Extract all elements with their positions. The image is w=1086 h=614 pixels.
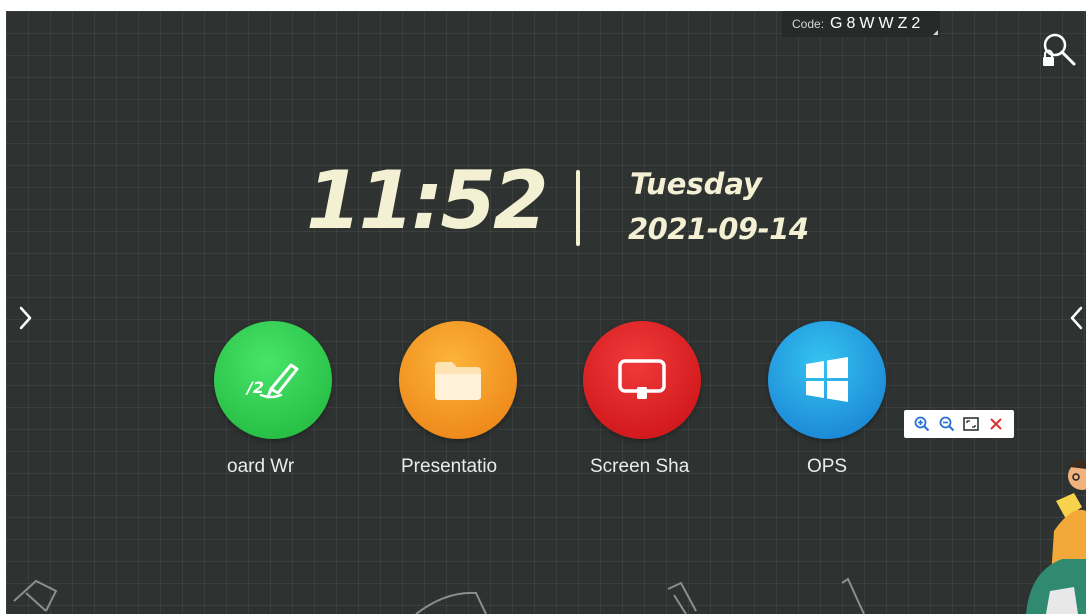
pen-writing-icon: /2 <box>245 363 299 399</box>
app-label: OPS <box>806 456 848 477</box>
date: 2021-09-14 <box>628 212 809 246</box>
fullscreen-icon <box>963 417 980 431</box>
app-icon-circle <box>399 321 517 439</box>
zoom-out-button[interactable] <box>938 415 956 433</box>
search-button[interactable] <box>1040 31 1078 71</box>
app-label: oard Wr <box>227 456 295 477</box>
desktop-screen: Code: G8WWZ2 11:52 Tuesday 2021-09-14 /2 <box>6 11 1086 614</box>
app-whiteboard[interactable]: /2 oard Wr <box>193 321 353 478</box>
code-label: Code: <box>792 17 825 31</box>
folder-icon <box>435 362 481 400</box>
close-button[interactable] <box>987 415 1005 433</box>
cartoon-character-illustration <box>1026 459 1086 614</box>
page-next-arrow[interactable] <box>14 303 36 333</box>
screen-share-icon <box>618 359 666 399</box>
app-icon-circle <box>583 321 701 439</box>
chalk-doodles-decoration <box>13 577 865 614</box>
app-icon-circle <box>768 321 886 439</box>
page-prev-arrow[interactable] <box>1066 303 1086 333</box>
app-label: Presentatio <box>401 456 498 477</box>
chevron-left-icon <box>1070 306 1083 330</box>
zoom-out-icon <box>939 416 954 432</box>
windows-icon <box>806 357 848 402</box>
app-screen-share[interactable]: Screen Sha <box>562 321 722 478</box>
resize-corner-icon <box>933 30 938 35</box>
zoom-in-button[interactable] <box>913 415 931 433</box>
app-presentation[interactable]: Presentatio <box>378 321 538 478</box>
clock-divider <box>576 170 580 246</box>
chevron-right-icon <box>19 306 32 330</box>
close-icon <box>990 418 1002 430</box>
zoom-toolbar <box>904 410 1014 438</box>
app-label: Screen Sha <box>590 456 690 477</box>
clock-time: 11:52 <box>306 154 549 247</box>
fullscreen-button[interactable] <box>962 415 980 433</box>
search-lock-icon <box>1043 33 1076 66</box>
connection-code-badge: Code: G8WWZ2 <box>782 11 940 37</box>
app-icon-circle: /2 <box>214 321 332 439</box>
weekday: Tuesday <box>630 167 762 201</box>
app-ops[interactable]: OPS <box>747 321 907 478</box>
code-value: G8WWZ2 <box>830 15 925 32</box>
zoom-in-icon <box>914 416 930 432</box>
